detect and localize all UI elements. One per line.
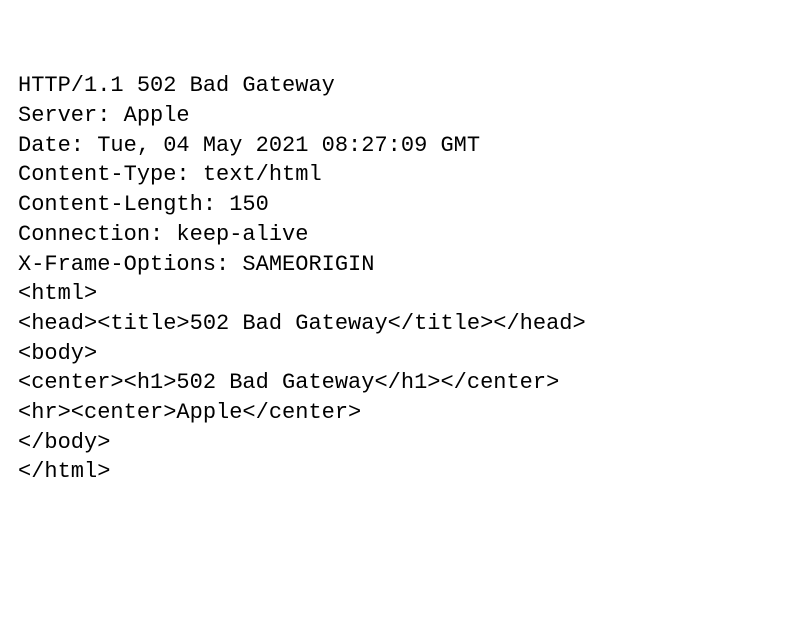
body-head-title: <head><title>502 Bad Gateway</title></he… xyxy=(18,309,792,339)
header-server: Server: Apple xyxy=(18,101,792,131)
body-html-open: <html> xyxy=(18,279,792,309)
body-center-h1: <center><h1>502 Bad Gateway</h1></center… xyxy=(18,368,792,398)
header-content-type: Content-Type: text/html xyxy=(18,160,792,190)
body-body-close: </body> xyxy=(18,428,792,458)
header-date: Date: Tue, 04 May 2021 08:27:09 GMT xyxy=(18,131,792,161)
http-status-line: HTTP/1.1 502 Bad Gateway xyxy=(18,71,792,101)
header-connection: Connection: keep-alive xyxy=(18,220,792,250)
body-hr-center: <hr><center>Apple</center> xyxy=(18,398,792,428)
body-body-open: <body> xyxy=(18,339,792,369)
header-content-length: Content-Length: 150 xyxy=(18,190,792,220)
header-x-frame-options: X-Frame-Options: SAMEORIGIN xyxy=(18,250,792,280)
body-html-close: </html> xyxy=(18,457,792,487)
